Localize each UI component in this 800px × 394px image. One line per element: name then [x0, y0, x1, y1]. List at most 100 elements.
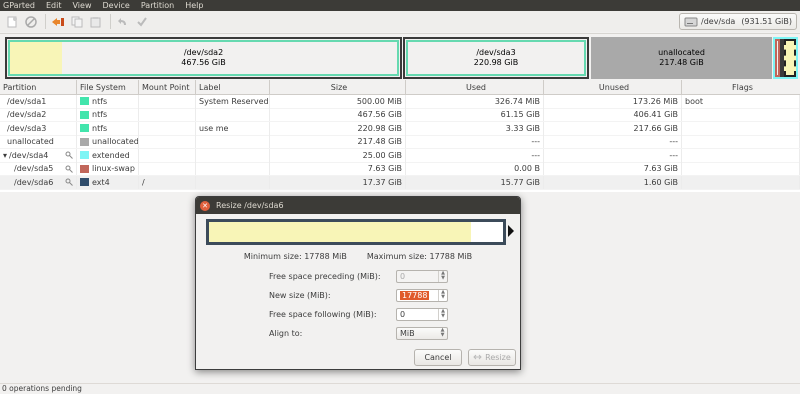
menu-gparted[interactable]: GParted [3, 0, 35, 11]
menu-help[interactable]: Help [185, 0, 203, 11]
viz-sda2-used [10, 42, 62, 74]
table-row[interactable]: /dev/sda6 ext4 / 17.37 GiB 15.77 GiB 1.60 GiB [0, 175, 800, 190]
fs-color-swatch [80, 164, 89, 173]
cell-unused: 406.41 GiB [544, 108, 682, 122]
resize-bar-used [209, 222, 471, 242]
viz-sda2-name: /dev/sda2 [183, 48, 224, 57]
viz-sda2[interactable]: /dev/sda2 467.56 GiB [5, 37, 402, 79]
col-flags[interactable]: Flags [682, 80, 800, 94]
paste-icon[interactable] [89, 15, 103, 29]
cell-mountpoint [139, 94, 196, 108]
preceding-spinner[interactable]: 0 ▲ ▼ [396, 269, 448, 283]
cancel-button[interactable]: Cancel [414, 349, 462, 366]
newsize-label: New size (MiB): [269, 290, 331, 300]
new-icon[interactable] [5, 15, 19, 29]
table-header: Partition File System Mount Point Label … [0, 80, 800, 95]
cell-partition: /dev/sda3 [0, 121, 77, 135]
preceding-row: Free space preceding (MiB): 0 ▲ ▼ [196, 269, 520, 283]
newsize-value[interactable]: 17788 [400, 290, 430, 300]
cell-filesystem: unallocated [77, 135, 139, 149]
cell-size: 500.00 MiB [270, 94, 406, 108]
table-row[interactable]: /dev/sda5 linux-swap 7.63 GiB 0.00 B 7.63 Gi… [0, 162, 800, 176]
key-icon [65, 165, 73, 173]
col-partition[interactable]: Partition [0, 80, 77, 94]
device-selector[interactable]: /dev/sda (931.51 GiB) [679, 13, 797, 30]
fs-name: extended [92, 150, 130, 160]
col-unused[interactable]: Unused [544, 80, 682, 94]
resize-icon [473, 354, 482, 360]
viz-sda4[interactable] [773, 37, 798, 79]
toolbar-separator [45, 14, 46, 29]
col-label[interactable]: Label [196, 80, 270, 94]
table-row[interactable]: /dev/sda3 ntfs use me 220.98 GiB 3.33 GiB 217… [0, 121, 800, 136]
resize-move-icon[interactable] [51, 15, 65, 29]
viz-unalloc-name: unallocated [658, 48, 705, 57]
key-icon [65, 178, 73, 187]
cell-flags [682, 108, 800, 122]
resize-handle-right-icon[interactable] [508, 225, 514, 237]
partition-name: /dev/sda1 [7, 96, 47, 106]
dialog-title: Resize /dev/sda6 [216, 201, 284, 210]
table-row[interactable]: unallocated unallocated 217.48 GiB --- --- [0, 135, 800, 149]
align-select[interactable]: MiB ▲ ▼ [396, 326, 448, 340]
fs-color-swatch [80, 110, 89, 119]
cell-mountpoint: / [139, 175, 196, 189]
cell-filesystem: ntfs [77, 94, 139, 108]
cell-used: 326.74 MiB [406, 94, 544, 108]
cell-filesystem: extended [77, 148, 139, 162]
undo-icon[interactable] [116, 15, 130, 29]
cell-mountpoint [139, 108, 196, 122]
cell-label: System Reserved [196, 94, 270, 108]
cell-used: --- [406, 148, 544, 162]
spinner-arrows-icon[interactable]: ▲ ▼ [438, 308, 447, 320]
partition-name: unallocated [7, 137, 54, 147]
apply-icon[interactable] [135, 15, 149, 29]
menu-view[interactable]: View [73, 0, 92, 11]
spinner-arrows-icon[interactable]: ▲ ▼ [438, 270, 447, 282]
delete-icon[interactable] [24, 15, 38, 29]
fs-name: ntfs [92, 110, 108, 120]
table-row[interactable]: /dev/sda1 ntfs System Reserved 500.00 MiB 32… [0, 94, 800, 109]
cancel-label: Cancel [424, 353, 452, 362]
col-used[interactable]: Used [406, 80, 544, 94]
menu-partition[interactable]: Partition [141, 0, 174, 11]
copy-icon[interactable] [70, 15, 84, 29]
partition-name: /dev/sda2 [7, 110, 47, 120]
cell-mountpoint [139, 121, 196, 135]
cell-flags [682, 175, 800, 189]
col-size[interactable]: Size [270, 80, 406, 94]
menu-device[interactable]: Device [102, 0, 129, 11]
cell-mountpoint [139, 148, 196, 162]
cell-unused: 7.63 GiB [544, 162, 682, 176]
menu-edit[interactable]: Edit [46, 0, 62, 11]
col-filesystem[interactable]: File System [77, 80, 139, 94]
close-icon[interactable]: ✕ [200, 200, 210, 211]
newsize-spinner[interactable]: 17788 ▲ ▼ [396, 288, 448, 302]
cell-filesystem: ntfs [77, 121, 139, 135]
spinner-arrows-icon[interactable]: ▲ ▼ [438, 289, 447, 301]
fs-name: ntfs [92, 96, 108, 106]
following-spinner[interactable]: 0 ▲ ▼ [396, 307, 448, 321]
resize-dialog: ✕ Resize /dev/sda6 Minimum size: 17788 M… [195, 196, 521, 370]
expander-icon[interactable]: ▾ [3, 149, 7, 162]
resize-bar[interactable] [206, 219, 506, 245]
newsize-row: New size (MiB): 17788 ▲ ▼ [196, 288, 520, 302]
cell-size: 25.00 GiB [270, 148, 406, 162]
cell-label: use me [196, 121, 270, 135]
viz-sda3[interactable]: /dev/sda3 220.98 GiB [403, 37, 589, 79]
fs-name: ntfs [92, 123, 108, 133]
viz-unallocated[interactable]: unallocated 217.48 GiB [591, 37, 772, 79]
table-row[interactable]: ▾/dev/sda4 extended 25.00 GiB --- --- [0, 148, 800, 163]
minimum-size: Minimum size: 17788 MiB [243, 252, 347, 261]
resize-button[interactable]: Resize [468, 349, 516, 366]
viz-sda6[interactable] [784, 39, 796, 77]
dropdown-arrows-icon[interactable]: ▲ ▼ [438, 328, 447, 339]
col-mountpoint[interactable]: Mount Point [139, 80, 196, 94]
key-icon [65, 151, 73, 160]
partition-name: /dev/sda4 [9, 150, 49, 160]
cell-size: 217.48 GiB [270, 135, 406, 149]
fs-name: linux-swap [92, 164, 135, 174]
cell-unused: 217.66 GiB [544, 121, 682, 135]
cell-mountpoint [139, 135, 196, 149]
table-row[interactable]: /dev/sda2 ntfs 467.56 GiB 61.15 GiB 406.41 G… [0, 108, 800, 122]
